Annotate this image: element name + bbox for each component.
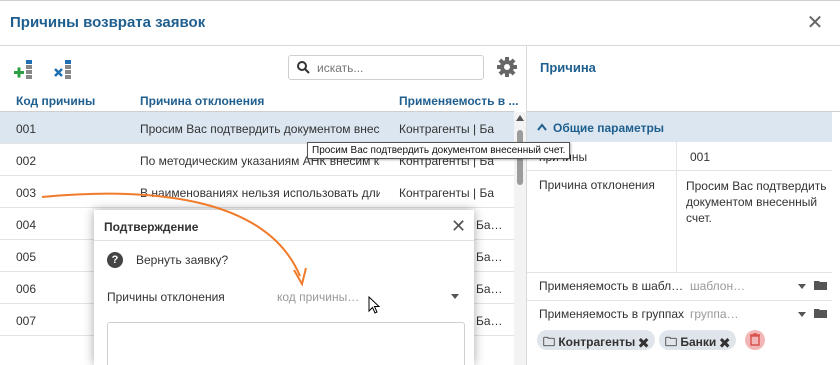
- annotation-arrow: [41, 192, 307, 287]
